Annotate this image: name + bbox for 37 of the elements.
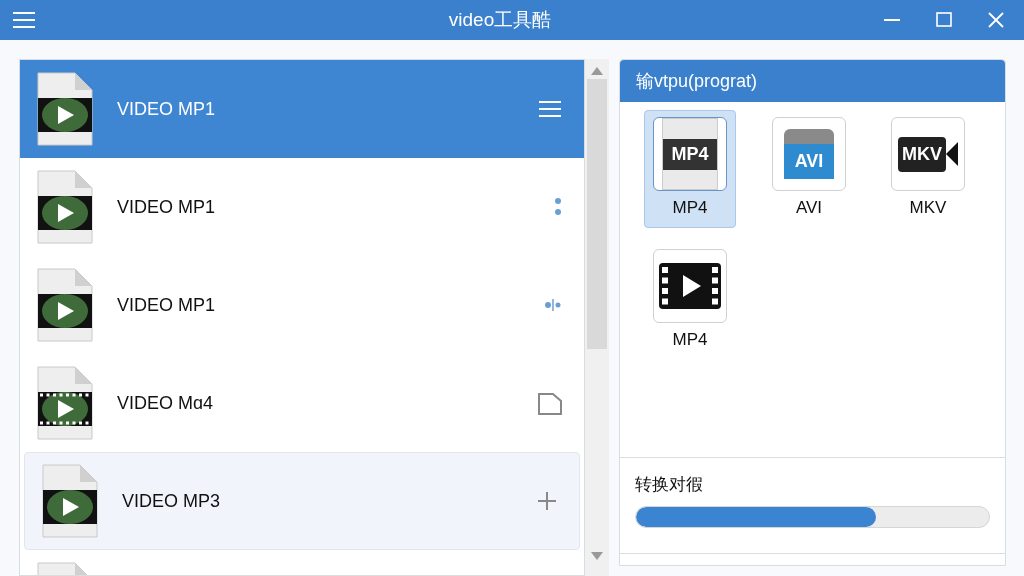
file-name: VIDEO MP3 [122,489,222,513]
file-row[interactable]: VIDEO MP1 [20,60,584,158]
file-name: VIDEO MP1 [117,195,217,219]
format-badge: AVI [784,144,834,179]
scrollbar[interactable] [585,59,609,576]
close-icon[interactable] [988,12,1004,28]
add-icon[interactable] [537,491,557,511]
panel-header: 输vtpu(prograt) [620,60,1005,102]
video-file-icon [37,268,93,342]
format-label: AVI [795,197,823,219]
split-icon[interactable] [544,298,562,312]
document-icon[interactable] [538,391,562,415]
format-option[interactable]: MP4 MP4 [644,110,736,228]
video-file-icon [37,366,93,440]
camera-lens-icon [946,142,958,166]
menu-icon[interactable] [12,11,36,29]
file-row[interactable]: VIDEO MP3 [24,452,580,550]
format-label: MP4 [672,328,708,351]
maximize-icon[interactable] [936,12,952,28]
progress-label: 转换对徦 [635,474,704,496]
file-name: VIDEO MP1 [117,97,217,121]
format-badge: MKV [898,136,946,172]
more-icon[interactable] [554,196,562,218]
video-file-icon [42,464,98,538]
file-name: VIDEO MP1 [117,293,217,317]
film-icon [659,262,721,309]
video-file-icon [37,72,93,146]
window-title: video工具酷 [447,7,553,32]
menu-icon[interactable] [538,100,562,118]
file-row[interactable]: VIDEO MP1 [20,256,584,354]
format-badge: MP4 [663,138,717,170]
file-name: VIDEO Mɑ4 [117,391,215,415]
video-file-icon [37,170,93,244]
file-row[interactable]: VIDEO MP1 [20,158,584,256]
format-label: MKV [909,197,947,219]
file-row[interactable]: VIDEO Mɑ4 [20,354,584,452]
format-label: MP4 [672,197,708,219]
